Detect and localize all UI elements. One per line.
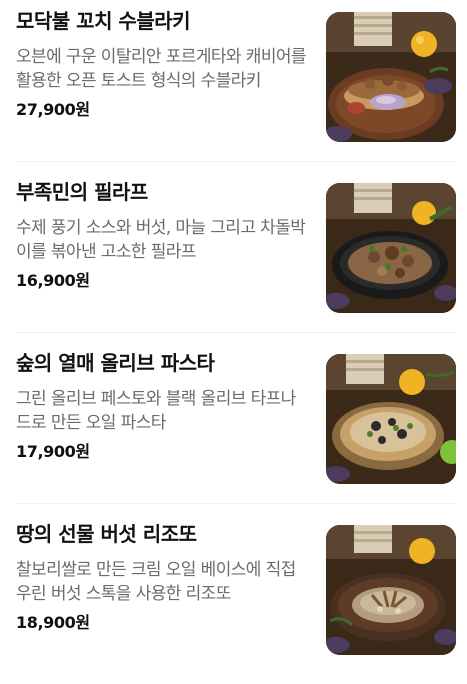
menu-item-price: 18,900원	[16, 613, 90, 632]
menu-item-name: 숲의 열매 올리브 파스타	[16, 351, 215, 375]
menu-item-price: 16,900원	[16, 271, 90, 290]
menu-item-info: 땅의 선물 버섯 리조또 찰보리쌀로 만든 크림 오일 베이스에 직접 우린 버…	[16, 521, 310, 634]
menu-item-description: 오븐에 구운 이탈리안 포르게타와 캐비어를 활용한 오픈 토스트 형식의 수블…	[16, 47, 307, 91]
risotto-photo-image	[326, 525, 456, 655]
menu-item-olive-pasta[interactable]: 숲의 열매 올리브 파스타 그린 올리브 페스토와 블랙 올리브 타프나드로 만…	[0, 342, 467, 513]
risotto-photo[interactable]	[326, 525, 456, 655]
divider	[16, 161, 456, 162]
pasta-photo[interactable]	[326, 354, 456, 484]
divider	[16, 503, 456, 504]
menu-item-sublaki[interactable]: 모닥불 꼬치 수블라키 오븐에 구운 이탈리안 포르게타와 캐비어를 활용한 오…	[0, 0, 467, 171]
menu-item-info: 모닥불 꼬치 수블라키 오븐에 구운 이탈리안 포르게타와 캐비어를 활용한 오…	[16, 8, 310, 121]
menu-item-name: 모닥불 꼬치 수블라키	[16, 9, 191, 33]
menu-item-mushroom-risotto[interactable]: 땅의 선물 버섯 리조또 찰보리쌀로 만든 크림 오일 베이스에 직접 우린 버…	[0, 513, 467, 684]
menu-item-name: 땅의 선물 버섯 리조또	[16, 522, 197, 546]
menu-item-description: 찰보리쌀로 만든 크림 오일 베이스에 직접 우린 버섯 스톡을 사용한 리조또	[16, 560, 296, 604]
menu-item-info: 숲의 열매 올리브 파스타 그린 올리브 페스토와 블랙 올리브 타프나드로 만…	[16, 350, 310, 463]
pilaf-photo-image	[326, 183, 456, 313]
menu-item-price: 17,900원	[16, 442, 90, 461]
menu-item-description: 수제 풍기 소스와 버섯, 마늘 그리고 차돌박이를 볶아낸 고소한 필라프	[16, 218, 306, 262]
menu-list: 모닥불 꼬치 수블라키 오븐에 구운 이탈리안 포르게타와 캐비어를 활용한 오…	[0, 0, 467, 675]
pilaf-photo[interactable]	[326, 183, 456, 313]
sandwich-photo-image	[326, 12, 456, 142]
sandwich-photo[interactable]	[326, 12, 456, 142]
menu-item-pilaf[interactable]: 부족민의 필라프 수제 풍기 소스와 버섯, 마늘 그리고 차돌박이를 볶아낸 …	[0, 171, 467, 342]
menu-item-info: 부족민의 필라프 수제 풍기 소스와 버섯, 마늘 그리고 차돌박이를 볶아낸 …	[16, 179, 310, 292]
menu-item-price: 27,900원	[16, 100, 90, 119]
divider	[16, 332, 456, 333]
menu-item-name: 부족민의 필라프	[16, 180, 148, 204]
pasta-photo-image	[326, 354, 456, 484]
menu-item-description: 그린 올리브 페스토와 블랙 올리브 타프나드로 만든 오일 파스타	[16, 389, 296, 433]
